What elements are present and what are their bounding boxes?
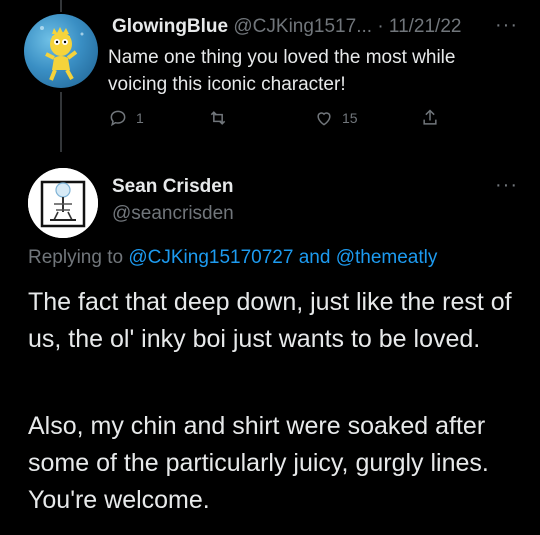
tweet1-handle[interactable]: @CJKing1517... [233,16,372,37]
share-icon [423,109,437,125]
tweet1-text: Name one thing you loved the most while … [108,47,456,95]
like-count: 15 [342,110,358,126]
mention-conjunction: and [298,247,331,268]
tweet1-display-name[interactable]: GlowingBlue [112,16,228,37]
avatar-glowingblue[interactable] [24,14,98,88]
tweet1-header: GlowingBlue @CJKing1517... · 11/21/22 [112,16,461,38]
reply-icon [110,110,126,127]
tweet2-handle[interactable]: @seancrisden [112,203,234,225]
retweet-icon [210,111,226,125]
tweet2-paragraph-2: Also, my chin and shirt were soaked afte… [28,412,489,514]
more-dots-icon[interactable]: ··· [495,14,518,37]
tweet1-separator: · [377,16,384,37]
thread-line-top [60,0,62,12]
mention-themeatly[interactable]: @themeatly [336,247,438,268]
tweet1-actions: 1 15 [108,108,448,136]
heart-icon [317,112,331,126]
mention-cjking[interactable]: @CJKing15170727 [128,247,293,268]
like-button[interactable]: 15 [314,108,358,128]
avatar-seancrisden[interactable] [28,168,98,238]
tweet1-date[interactable]: 11/21/22 [389,16,462,37]
tweet2-paragraph-1: The fact that deep down, just like the r… [28,288,512,353]
reply-button[interactable]: 1 [108,108,144,128]
tweet2-display-name[interactable]: Sean Crisden [112,176,233,198]
reply-count: 1 [136,110,144,126]
replying-prefix: Replying to [28,247,124,268]
share-button[interactable] [420,108,448,128]
replying-to-line: Replying to @CJKing15170727 and @themeat… [28,247,437,269]
more-dots-icon[interactable]: ··· [495,174,518,197]
thread-line-connector [60,92,62,152]
retweet-button[interactable] [208,108,236,128]
